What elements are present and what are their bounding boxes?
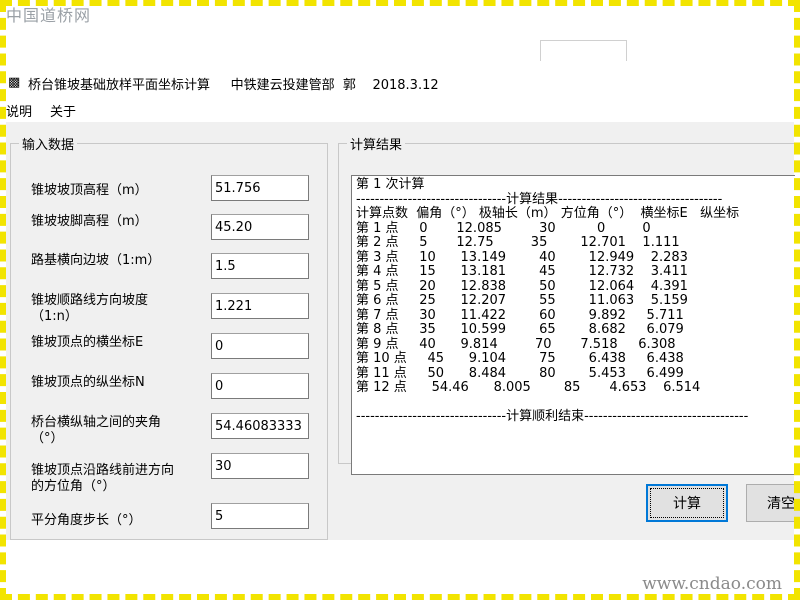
result-line: 第 12 点 54.46 8.005 85 4.653 6.514 (356, 380, 701, 395)
result-line: 第 10 点 45 9.104 75 6.438 6.438 (356, 351, 684, 366)
menu-item-about[interactable]: 关于 (50, 101, 76, 120)
side-slope-input[interactable] (211, 253, 309, 279)
angle-step-input[interactable] (211, 503, 309, 529)
watermark-logo-bottom: www.cndao.com (642, 574, 782, 594)
result-line: 第 2 点 5 12.75 35 12.701 1.111 (356, 235, 680, 250)
foot-elevation-label: 锥坡坡脚高程（m） (31, 214, 148, 229)
vertex-e-input[interactable] (211, 333, 309, 359)
background-window-field (540, 40, 627, 61)
angle-step-label: 平分角度步长（°） (31, 513, 142, 528)
result-line: 第 5 点 20 12.838 50 12.064 4.391 (356, 278, 688, 294)
result-line: 第 11 点 50 8.484 80 5.453 6.499 (356, 365, 684, 381)
result-group-title: 计算结果 (350, 138, 403, 153)
azimuth-input[interactable] (211, 453, 309, 479)
vertex-e-label: 锥坡顶点的横坐标E (31, 335, 144, 350)
azimuth-label: 锥坡顶点沿路线前进方向的方位角（°） (31, 463, 175, 494)
watermark-logo-top: 中国道桥网 (6, 6, 92, 25)
top-elevation-input[interactable] (211, 175, 309, 201)
result-line: 计算点数 偏角（°） 极轴长（m） 方位角（°） 横坐标E 纵坐标 (356, 206, 740, 221)
side-slope-label: 路基横向边坡（1:m） (31, 253, 161, 268)
result-line: 第 4 点 15 13.181 45 12.732 3.411 (356, 264, 688, 279)
menu-bar: 说明 关于 (6, 99, 794, 121)
client-area: 输入数据 锥坡坡顶高程（m） 锥坡坡脚高程（m） 路基横向边坡（1:m） 锥坡顺… (6, 122, 800, 540)
result-line: 第 7 点 30 11.422 60 9.892 5.711 (356, 307, 684, 323)
background-window (6, 26, 794, 66)
result-line: 第 3 点 10 13.149 40 12.949 2.283 (356, 249, 688, 265)
result-group: 计算结果 第 1 次计算 ----------------------------… (338, 134, 795, 475)
result-textbox[interactable]: 第 1 次计算 --------------------------------计… (351, 175, 795, 475)
menu-item-help[interactable]: 说明 (6, 101, 32, 120)
axis-angle-input[interactable] (211, 413, 309, 439)
result-line: 第 1 点 0 12.085 30 0 0 (356, 220, 651, 236)
route-slope-input[interactable] (211, 293, 309, 319)
input-group: 输入数据 锥坡坡顶高程（m） 锥坡坡脚高程（m） 路基横向边坡（1:m） 锥坡顺… (10, 134, 328, 540)
input-group-title: 输入数据 (22, 138, 75, 153)
app-icon: ▩ (8, 75, 21, 90)
calculate-button[interactable]: 计算 (646, 484, 728, 522)
foot-elevation-input[interactable] (211, 214, 309, 240)
clear-button[interactable]: 清空 (746, 484, 800, 522)
vertex-n-label: 锥坡顶点的纵坐标N (31, 375, 145, 390)
top-elevation-label: 锥坡坡顶高程（m） (31, 183, 148, 198)
result-line: --------------------------------计算顺利结束--… (356, 409, 749, 424)
result-line: 第 8 点 35 10.599 65 8.682 6.079 (356, 322, 684, 337)
result-line: 第 6 点 25 12.207 55 11.063 5.159 (356, 293, 688, 308)
window-title: 桥台锥坡基础放样平面坐标计算 中铁建云投建管部 郭 2018.3.12 (28, 77, 439, 93)
result-line: --------------------------------计算结果----… (356, 191, 723, 207)
result-line: 第 1 次计算 (356, 177, 425, 192)
result-line (356, 396, 791, 411)
window-titlebar[interactable]: ▩ 桥台锥坡基础放样平面坐标计算 中铁建云投建管部 郭 2018.3.12 (6, 68, 794, 98)
vertex-n-input[interactable] (211, 373, 309, 399)
result-line: 第 9 点 40 9.814 70 7.518 6.308 (356, 336, 676, 352)
route-slope-label: 锥坡顺路线方向坡度（1:n） (31, 293, 149, 324)
axis-angle-label: 桥台横纵轴之间的夹角（°） (31, 415, 162, 446)
